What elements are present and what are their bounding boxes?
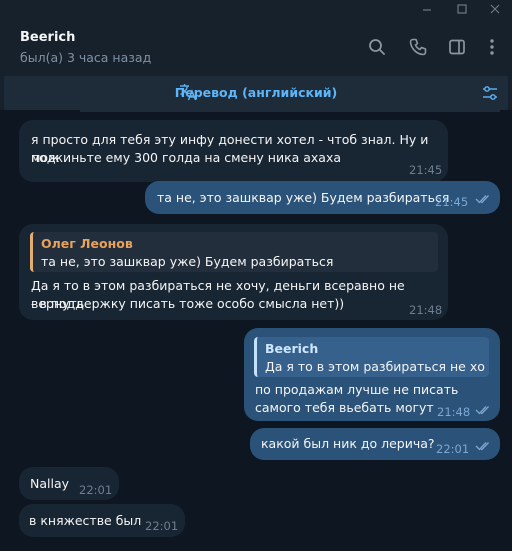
maximize-icon[interactable] (455, 2, 469, 16)
message-text: Nallay (30, 476, 70, 491)
divider (80, 110, 500, 112)
reply-text: Да я то в этом разбираться не хо... (265, 359, 485, 374)
close-icon[interactable] (488, 2, 502, 16)
message-incoming[interactable]: Nallay 22:01 (19, 467, 119, 500)
message-time: 21:48 (437, 405, 471, 419)
sidebar-toggle-icon[interactable] (447, 37, 467, 57)
message-incoming[interactable]: в княжестве был 22:01 (19, 504, 185, 537)
message-text: по продажам лучше не писать (255, 382, 459, 397)
message-text: - в поддержку писать тоже особо смысла н… (31, 296, 345, 311)
reply-text: та не, это зашквар уже) Будем разбиратьс… (41, 254, 334, 269)
message-text: какой был ник до лерича? (261, 436, 435, 451)
reply-preview[interactable]: Олег Леонов та не, это зашквар уже) Буде… (30, 232, 438, 272)
message-time: 21:48 (409, 303, 443, 317)
message-outgoing[interactable]: Beerich Да я то в этом разбираться не хо… (244, 328, 500, 421)
double-check-icon (475, 195, 489, 204)
reply-author: Beerich (265, 341, 319, 356)
message-text: самого тебя вьебать могут (255, 400, 434, 415)
message-text: в княжестве был (29, 513, 142, 528)
message-outgoing[interactable]: та не, это зашквар уже) Будем разбиратьс… (145, 181, 500, 214)
message-time: 21:45 (435, 195, 469, 209)
chat-header: Beerich был(а) 3 часа назад (0, 18, 512, 76)
message-time: 22:01 (145, 519, 179, 533)
chat-name[interactable]: Beerich (20, 30, 75, 45)
double-check-icon (475, 406, 489, 415)
reply-author: Олег Леонов (41, 236, 133, 251)
message-incoming[interactable]: я просто для тебя эту инфу донести хотел… (19, 120, 448, 182)
search-icon[interactable] (367, 37, 387, 57)
reply-preview[interactable]: Beerich Да я то в этом разбираться не хо… (254, 337, 489, 377)
message-time: 21:45 (409, 163, 443, 177)
window-titlebar (0, 0, 512, 18)
filter-settings-icon[interactable] (480, 83, 500, 103)
minimize-icon[interactable] (420, 2, 434, 16)
translation-bar[interactable]: Перевод (английский) (4, 76, 508, 110)
chat-status: был(а) 3 часа назад (20, 50, 152, 65)
phone-icon[interactable] (408, 37, 428, 57)
message-text: подкиньте ему 300 голда на смену ника ах… (31, 150, 342, 165)
message-time: 22:01 (436, 442, 470, 456)
double-check-icon (475, 442, 489, 451)
message-outgoing[interactable]: какой был ник до лерича? 22:01 (250, 428, 500, 460)
message-text: та не, это зашквар уже) Будем разбиратьс… (157, 190, 450, 205)
more-icon[interactable] (482, 37, 502, 57)
message-list[interactable]: я просто для тебя эту инфу донести хотел… (0, 110, 512, 551)
message-incoming[interactable]: Олег Леонов та не, это зашквар уже) Буде… (19, 224, 448, 320)
translation-label[interactable]: Перевод (английский) (4, 85, 508, 100)
message-time: 22:01 (79, 483, 113, 497)
